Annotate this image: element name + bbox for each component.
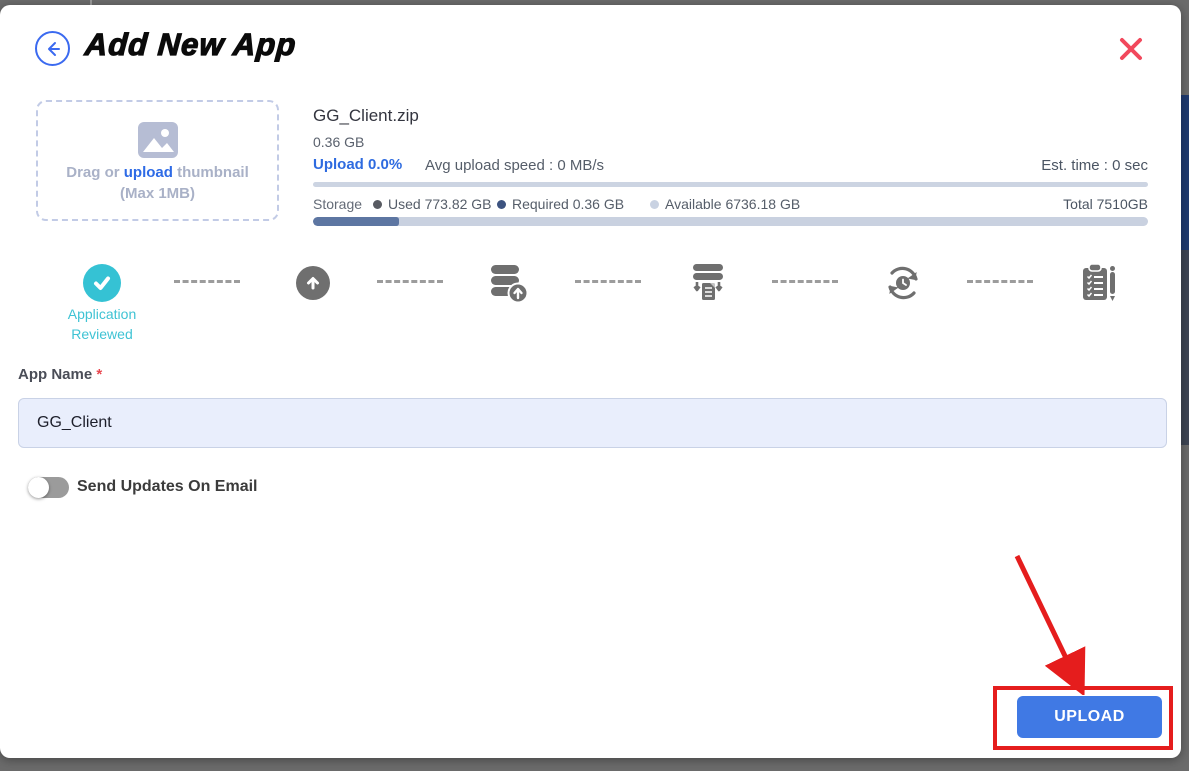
step-connector <box>377 280 443 283</box>
step-upload <box>291 261 335 305</box>
storage-total: Total 7510GB <box>1063 196 1148 212</box>
app-name-label-text: App Name <box>18 366 92 383</box>
step-connector <box>575 280 641 283</box>
step-review-summary <box>1076 261 1120 305</box>
check-circle-icon <box>83 264 121 302</box>
backdrop-navy-band <box>1180 95 1189 250</box>
dropzone-text-prefix: Drag or <box>66 164 124 181</box>
dropzone-text: Drag or upload thumbnail <box>66 164 249 181</box>
app-name-input[interactable] <box>18 398 1167 448</box>
used-dot-icon <box>373 200 382 209</box>
clipboard-checklist-icon <box>1077 262 1119 304</box>
step-extract-files <box>686 261 730 305</box>
step-connector <box>174 280 240 283</box>
image-placeholder-icon <box>135 120 181 160</box>
app-name-label: App Name * <box>18 366 102 383</box>
step-store-to-database <box>486 261 530 305</box>
storage-bar <box>313 217 1148 226</box>
add-new-app-dialog-page: Add New App Drag or upload thumbnail (Ma… <box>0 0 1189 771</box>
file-name: GG_Client.zip <box>313 106 419 126</box>
backdrop-slate-band <box>1180 250 1189 445</box>
step-connector <box>967 280 1033 283</box>
legend-required: Required 0.36 GB <box>497 196 624 212</box>
available-label: Available 6736.18 GB <box>665 196 800 212</box>
step-application-reviewed <box>80 261 124 305</box>
database-upload-icon <box>487 262 529 304</box>
upload-progress-bar <box>313 182 1148 187</box>
upload-progress-label: Upload 0.0% <box>313 156 402 173</box>
back-button[interactable] <box>35 31 70 66</box>
required-asterisk: * <box>96 366 102 383</box>
legend-available: Available 6736.18 GB <box>650 196 800 212</box>
storage-label: Storage <box>313 196 362 212</box>
avg-upload-speed: Avg upload speed : 0 MB/s <box>425 157 604 174</box>
step-connector <box>772 280 838 283</box>
toggle-knob <box>28 477 49 498</box>
step-processing-sync <box>881 261 925 305</box>
storage-bar-fill <box>313 217 399 226</box>
file-size: 0.36 GB <box>313 134 364 150</box>
email-updates-toggle[interactable] <box>28 477 69 498</box>
dropzone-max-size: (Max 1MB) <box>120 185 195 202</box>
dropzone-text-suffix: thumbnail <box>173 164 249 181</box>
arrow-left-icon <box>43 39 63 59</box>
page-title: Add New App <box>84 27 298 63</box>
thumbnail-dropzone[interactable]: Drag or upload thumbnail (Max 1MB) <box>36 100 279 221</box>
estimated-time: Est. time : 0 sec <box>948 157 1148 174</box>
step-label-application-reviewed: Application Reviewed <box>42 305 162 344</box>
available-dot-icon <box>650 200 659 209</box>
used-label: Used 773.82 GB <box>388 196 492 212</box>
legend-used: Used 773.82 GB <box>373 196 492 212</box>
email-updates-label: Send Updates On Email <box>77 478 257 496</box>
required-label: Required 0.36 GB <box>512 196 624 212</box>
storage-legend: Storage Used 773.82 GB Required 0.36 GB … <box>313 196 1148 214</box>
upload-button[interactable]: UPLOAD <box>1017 696 1162 738</box>
database-extract-icon <box>686 262 730 304</box>
required-dot-icon <box>497 200 506 209</box>
upload-thumbnail-link[interactable]: upload <box>124 164 173 181</box>
close-icon <box>1117 35 1145 63</box>
sync-clock-icon <box>882 262 924 304</box>
upload-arrow-circle-icon <box>296 266 330 300</box>
close-button[interactable] <box>1115 33 1147 65</box>
